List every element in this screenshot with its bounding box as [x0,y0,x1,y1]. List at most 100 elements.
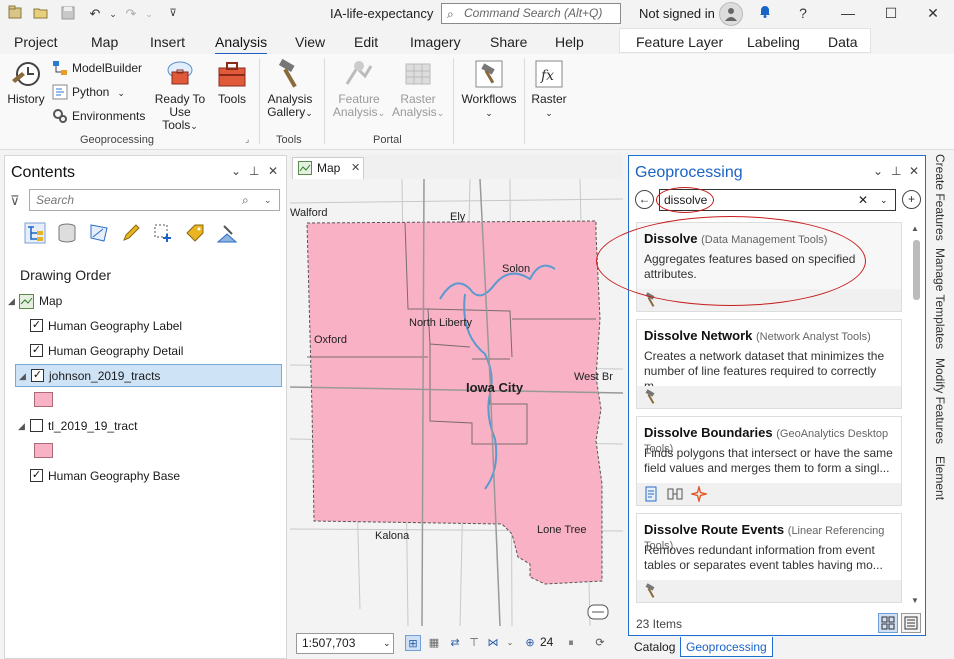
tile-view-icon[interactable] [878,613,898,633]
history-button[interactable]: History [6,58,46,106]
search-dropdown-icon[interactable]: ⌄ [264,190,272,210]
scroll-up-icon[interactable]: ▲ [911,224,919,233]
polygon-symbol-swatch[interactable] [34,443,53,458]
filter-icon[interactable]: ⊽ [10,193,20,209]
collapse-icon[interactable]: ◢ [8,290,15,312]
collapse-icon[interactable]: ◢ [19,365,26,387]
contents-options-icon[interactable]: ⌄ [231,164,241,178]
rail-create-features[interactable]: Create Features [933,154,947,241]
layer-row-selected[interactable]: ◢ ✓ johnson_2019_tracts [15,364,282,387]
selected-features-icon[interactable]: ⊕ [522,635,538,651]
environments-button[interactable]: Environments [52,106,145,126]
tab-data[interactable]: Data [828,34,858,50]
collapse-icon[interactable]: ◢ [18,415,25,437]
redo-dropdown-icon[interactable]: ⌄ [140,5,158,23]
layer-visibility-checkbox[interactable]: ✓ [31,369,44,382]
layer-row[interactable]: ✓ Human Geography Detail [5,340,286,362]
search-dropdown-icon[interactable]: ⌄ [880,190,888,210]
layer-visibility-checkbox[interactable]: ✓ [30,319,43,332]
redo-icon[interactable]: ↷ [122,5,140,23]
snapping-dropdown-icon[interactable]: ⌄ [502,635,518,651]
help-icon[interactable]: ? [792,3,814,23]
raster-analysis-button[interactable]: Raster Analysis⌄ [392,58,444,120]
workflows-button[interactable]: Workflows ⌄ [459,58,519,120]
list-by-labeling-icon[interactable] [184,222,206,244]
layer-row[interactable]: ✓ Human Geography Label [5,315,286,337]
tab-share[interactable]: Share [490,34,527,50]
contents-search-input[interactable]: Search ⌕ ⌄ [29,189,280,211]
rail-manage-templates[interactable]: Manage Templates [933,248,947,349]
add-icon[interactable]: + [902,190,921,209]
list-by-snapping-icon[interactable] [152,222,174,244]
tab-insert[interactable]: Insert [150,34,185,50]
pin-icon[interactable]: ⊥ [891,164,901,178]
list-by-editing-icon[interactable] [120,222,142,244]
tab-edit[interactable]: Edit [354,34,378,50]
new-project-icon[interactable] [6,5,24,23]
clear-search-icon[interactable]: ✕ [858,190,868,210]
list-by-selection-icon[interactable] [88,222,110,244]
tab-help[interactable]: Help [555,34,584,50]
modelbuilder-button[interactable]: ModelBuilder [52,58,142,78]
tab-catalog[interactable]: Catalog [629,637,680,657]
close-pane-icon[interactable]: ✕ [909,164,919,178]
rail-modify-features[interactable]: Modify Features [933,358,947,444]
layer-visibility-checkbox[interactable]: ✓ [30,344,43,357]
geoprocessing-launcher-icon[interactable]: ⌟ [245,134,249,145]
layer-visibility-checkbox[interactable] [30,419,43,432]
map-navigation-icon[interactable]: ⇄ [447,635,463,651]
grid-snapping-icon[interactable]: ⊞ [405,635,421,651]
pause-drawing-icon[interactable]: ⊤ [466,635,482,651]
map-canvas[interactable]: Walford Ely Solon North Liberty Oxford I… [290,179,623,626]
result-card[interactable]: Dissolve (Data Management Tools) Aggrega… [636,222,902,312]
pin-icon[interactable]: ⊥ [249,164,259,178]
python-button[interactable]: Python ⌄ [52,82,125,102]
analysis-gallery-button[interactable]: Analysis Gallery⌄ [264,58,316,120]
result-card[interactable]: Dissolve Route Events (Linear Referencin… [636,513,902,603]
tab-project[interactable]: Project [14,34,58,50]
tab-labeling[interactable]: Labeling [747,34,800,50]
sign-in-status[interactable]: Not signed in [639,6,715,21]
snapping-icon[interactable]: ⋈ [485,635,501,651]
polygon-symbol-swatch[interactable] [34,392,53,407]
command-search-input[interactable]: ⌕ Command Search (Alt+Q) [441,3,621,24]
open-project-icon[interactable] [32,5,50,23]
close-pane-icon[interactable]: ✕ [268,164,278,178]
tab-geoprocessing[interactable]: Geoprocessing [680,637,773,657]
layer-row[interactable]: ◢ tl_2019_19_tract [5,415,286,437]
notification-bell-icon[interactable] [754,3,776,23]
back-icon[interactable]: ← [635,190,654,209]
tab-view[interactable]: View [295,34,325,50]
list-view-icon[interactable] [901,613,921,633]
user-avatar-icon[interactable] [719,2,743,26]
list-by-perspective-imagery-icon[interactable] [216,222,238,244]
close-icon[interactable]: ✕ [922,3,944,23]
close-map-tab-icon[interactable]: ✕ [351,158,360,178]
tree-row-map[interactable]: ◢ Map [5,290,286,312]
list-by-drawing-order-icon[interactable] [24,222,46,244]
minimize-icon[interactable]: — [837,3,859,23]
map-scale-input[interactable]: 1:507,703 ⌄ [296,633,394,654]
tools-button[interactable]: Tools [213,58,251,106]
tab-analysis[interactable]: Analysis [215,34,268,55]
geoprocessing-options-icon[interactable]: ⌄ [873,164,883,178]
tab-map[interactable]: Map [91,34,118,50]
list-by-source-icon[interactable] [56,222,78,244]
scroll-down-icon[interactable]: ▼ [911,596,919,605]
search-icon[interactable]: ⌕ [242,190,249,210]
map-view-tab[interactable]: Map ✕ [292,157,364,179]
maximize-icon[interactable]: ☐ [880,3,902,23]
refresh-icon[interactable]: ⟳ [592,635,608,651]
map-rotation-icon[interactable] [586,602,610,622]
tab-feature-layer[interactable]: Feature Layer [636,34,723,50]
scale-dropdown-icon[interactable]: ⌄ [383,634,391,653]
pause-icon[interactable]: ⏸ [563,635,579,651]
feature-analysis-button[interactable]: Feature Analysis⌄ [331,58,387,120]
tab-imagery[interactable]: Imagery [410,34,461,50]
result-card[interactable]: Dissolve Network (Network Analyst Tools)… [636,319,902,409]
scrollbar-thumb[interactable] [913,240,920,300]
customize-toolbar-icon[interactable]: ⊽ [164,5,182,23]
result-card[interactable]: Dissolve Boundaries (GeoAnalytics Deskto… [636,416,902,506]
geoprocessing-search-input[interactable]: dissolve ✕ ⌄ [659,189,896,211]
save-icon[interactable] [59,5,77,23]
